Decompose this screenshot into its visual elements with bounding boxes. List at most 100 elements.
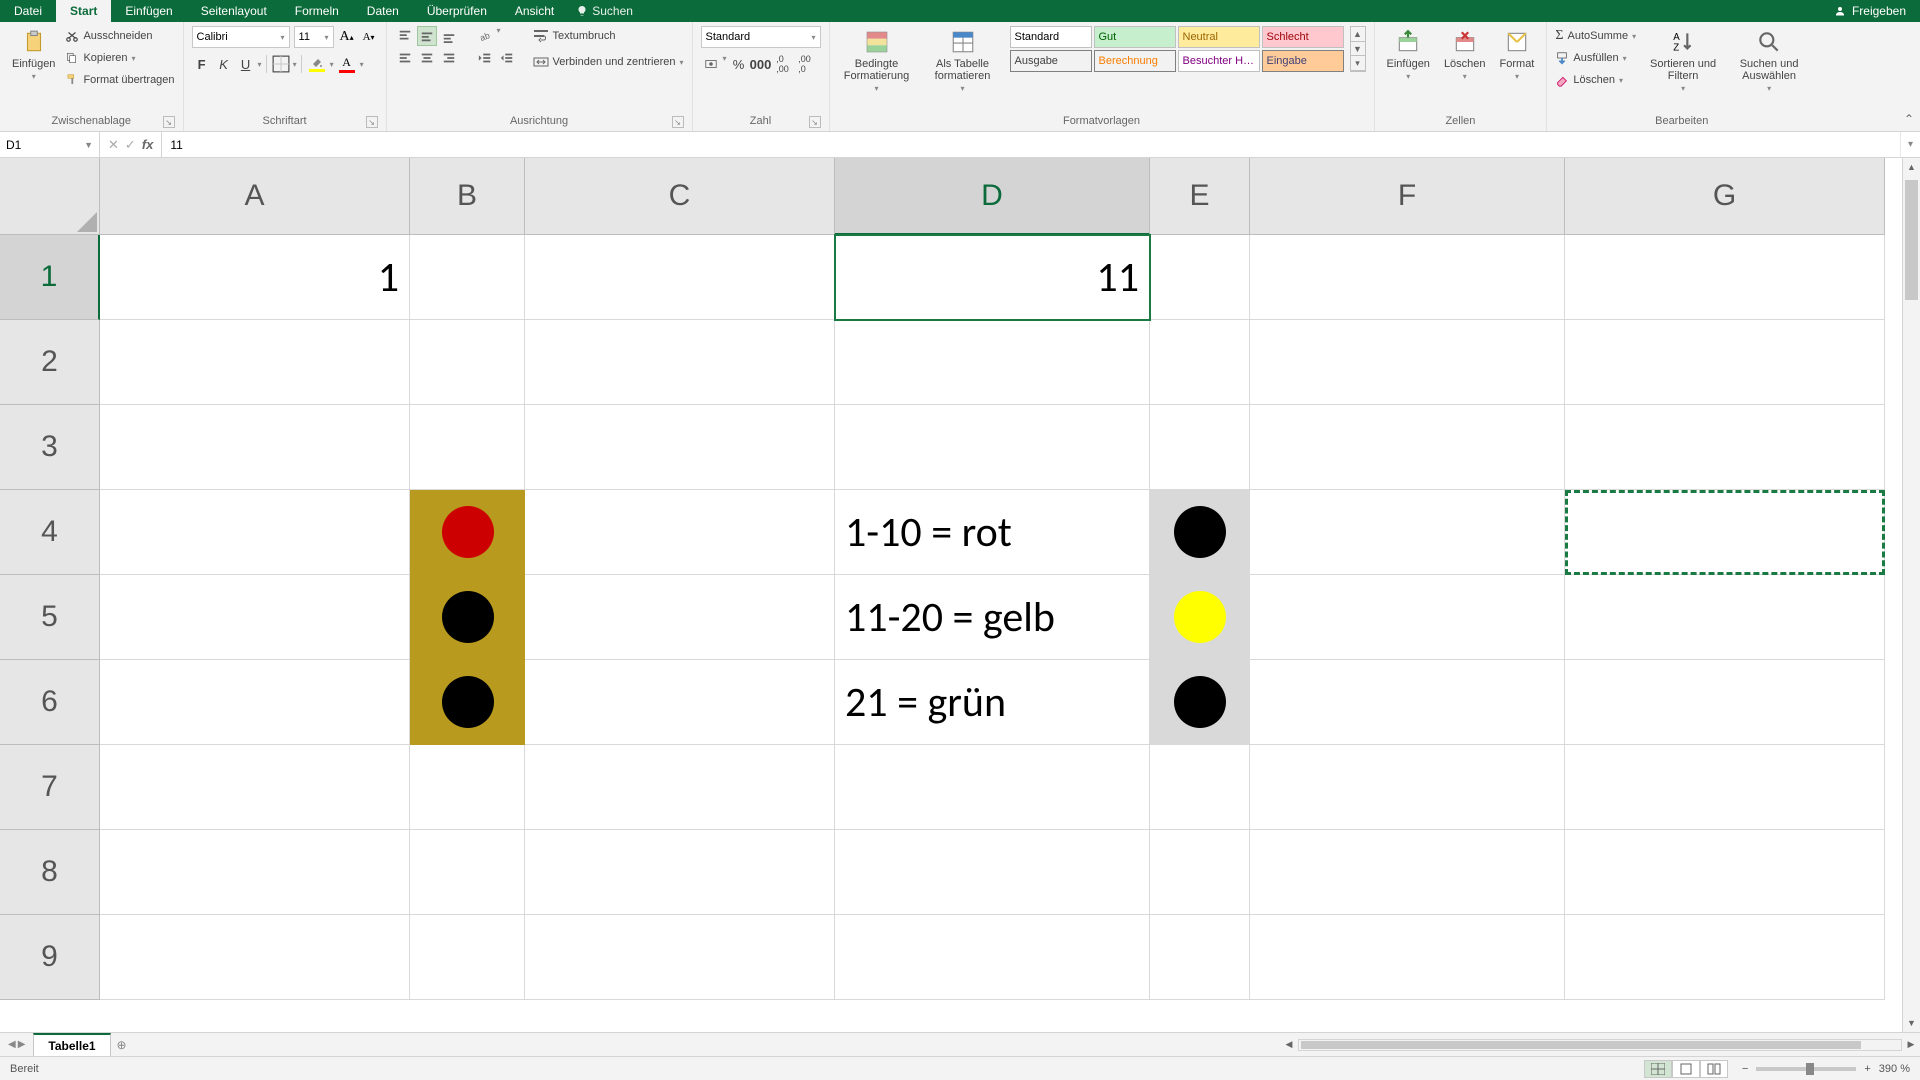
cell-F1[interactable] [1250,235,1565,320]
cell-D4[interactable]: 1-10 = rot [835,490,1150,575]
scroll-down-button[interactable]: ▼ [1903,1014,1920,1032]
cell-E7[interactable] [1150,745,1250,830]
delete-cells-button[interactable]: Löschen▾ [1440,26,1490,83]
zoom-out-button[interactable]: − [1742,1063,1748,1075]
col-header-C[interactable]: C [525,158,835,235]
tab-seitenlayout[interactable]: Seitenlayout [187,0,281,22]
last-sheet-icon[interactable]: ▶ [18,1039,26,1050]
cell-E3[interactable] [1150,405,1250,490]
tab-formeln[interactable]: Formeln [281,0,353,22]
view-page-break-button[interactable] [1700,1060,1728,1078]
cell-D9[interactable] [835,915,1150,1000]
row-header-3[interactable]: 3 [0,405,100,490]
align-left-button[interactable] [395,48,415,68]
cut-button[interactable]: Ausschneiden [65,26,174,46]
number-format-select[interactable]: Standard▾ [701,26,821,48]
cell-C9[interactable] [525,915,835,1000]
tab-ansicht[interactable]: Ansicht [501,0,568,22]
cell-D1[interactable]: 11 [835,235,1150,320]
zoom-in-button[interactable]: + [1864,1063,1870,1075]
increase-font-button[interactable]: A▴ [338,27,356,47]
sheet-nav[interactable]: ◀▶ [0,1033,33,1056]
zoom-value[interactable]: 390 % [1879,1063,1910,1075]
underline-button[interactable]: U [236,54,256,74]
share-button[interactable]: Freigeben [1820,4,1920,18]
cell-C4[interactable] [525,490,835,575]
cell-C7[interactable] [525,745,835,830]
dialog-launcher-alignment[interactable]: ↘ [672,116,684,128]
scroll-right-button[interactable]: ▶ [1902,1039,1920,1050]
cell-A6[interactable] [100,660,410,745]
cell-A4[interactable] [100,490,410,575]
chevron-down-icon[interactable]: ▾ [258,60,262,69]
format-painter-button[interactable]: Format übertragen [65,70,174,90]
cell-A2[interactable] [100,320,410,405]
font-name-select[interactable]: Calibri▾ [192,26,290,48]
cell-styles-gallery[interactable]: StandardGutNeutralSchlechtAusgabeBerechn… [1010,26,1350,72]
cell-E2[interactable] [1150,320,1250,405]
scroll-left-button[interactable]: ◀ [1280,1039,1298,1050]
cell-G9[interactable] [1565,915,1885,1000]
scroll-up-button[interactable]: ▲ [1903,158,1920,176]
cell-C3[interactable] [525,405,835,490]
cell-G4[interactable] [1565,490,1885,575]
align-middle-button[interactable] [417,26,437,46]
format-cells-button[interactable]: Format▾ [1496,26,1539,83]
cell-G3[interactable] [1565,405,1885,490]
tab-daten[interactable]: Daten [353,0,413,22]
cell-style-7[interactable]: Eingabe [1262,50,1344,72]
fill-button[interactable]: Ausfüllen▾ [1555,48,1636,68]
increase-indent-button[interactable] [497,48,517,68]
cell-style-5[interactable]: Berechnung [1094,50,1176,72]
tab-start[interactable]: Start [56,0,111,22]
cell-A7[interactable] [100,745,410,830]
chevron-down-icon[interactable]: ▾ [293,60,297,69]
sheet-tab-active[interactable]: Tabelle1 [33,1033,110,1056]
col-header-E[interactable]: E [1150,158,1250,235]
cell-D2[interactable] [835,320,1150,405]
col-header-B[interactable]: B [410,158,525,235]
cell-style-1[interactable]: Gut [1094,26,1176,48]
cell-D5[interactable]: 11-20 = gelb [835,575,1150,660]
col-header-F[interactable]: F [1250,158,1565,235]
cell-D3[interactable] [835,405,1150,490]
cell-B8[interactable] [410,830,525,915]
cell-E1[interactable] [1150,235,1250,320]
gallery-more-icon[interactable]: ▾ [1351,56,1365,71]
tell-me-search[interactable]: Suchen [576,4,633,18]
cell-B7[interactable] [410,745,525,830]
cell-G5[interactable] [1565,575,1885,660]
cell-A5[interactable] [100,575,410,660]
cell-C1[interactable] [525,235,835,320]
clear-button[interactable]: Löschen▾ [1555,70,1636,90]
cell-A3[interactable] [100,405,410,490]
chevron-down-icon[interactable]: ▾ [330,60,334,69]
chevron-down-icon[interactable]: ▾ [497,26,501,46]
gallery-scroll[interactable]: ▲▼▾ [1350,26,1366,72]
cell-G6[interactable] [1565,660,1885,745]
align-bottom-button[interactable] [439,26,459,46]
expand-formula-bar-button[interactable]: ▾ [1900,132,1920,157]
row-header-9[interactable]: 9 [0,915,100,1000]
cell-E9[interactable] [1150,915,1250,1000]
find-select-button[interactable]: Suchen und Auswählen▾ [1730,26,1808,95]
sort-filter-button[interactable]: AZSortieren und Filtern▾ [1644,26,1722,95]
wrap-text-button[interactable]: Textumbruch [533,26,684,46]
tab-ueberpruefen[interactable]: Überprüfen [413,0,501,22]
decrease-font-button[interactable]: A▾ [360,27,378,47]
scroll-thumb[interactable] [1905,180,1918,300]
cell-style-2[interactable]: Neutral [1178,26,1260,48]
row-header-1[interactable]: 1 [0,235,100,320]
cell-F7[interactable] [1250,745,1565,830]
cell-style-6[interactable]: Besuchter H… [1178,50,1260,72]
insert-function-button[interactable]: fx [142,137,154,152]
decrease-decimal-button[interactable]: ,00,0 [795,54,815,74]
cell-B9[interactable] [410,915,525,1000]
col-header-G[interactable]: G [1565,158,1885,235]
italic-button[interactable]: K [214,54,234,74]
cell-D8[interactable] [835,830,1150,915]
cell-F5[interactable] [1250,575,1565,660]
merge-center-button[interactable]: Verbinden und zentrieren▾ [533,52,684,72]
col-header-D[interactable]: D [835,158,1150,235]
collapse-ribbon-button[interactable]: ⌃ [1904,112,1914,126]
